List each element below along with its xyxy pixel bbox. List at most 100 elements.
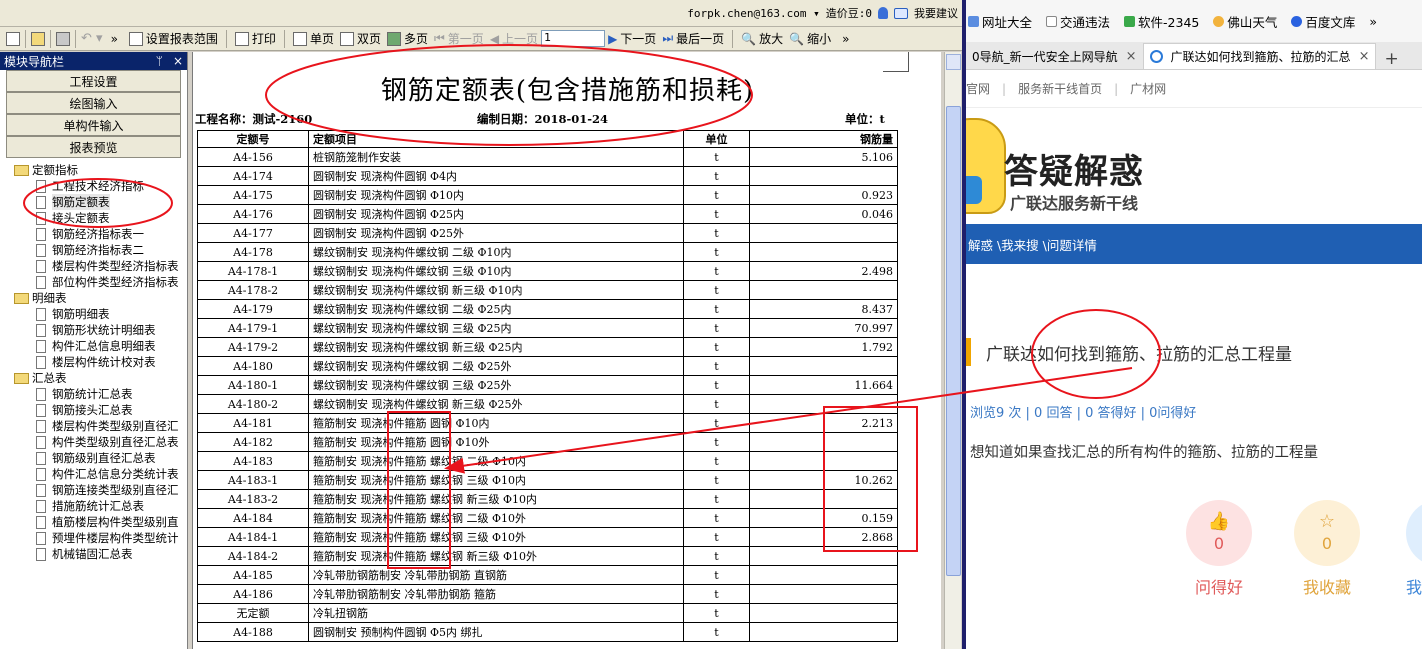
- site-nav-material-site[interactable]: 广材网: [1130, 80, 1166, 97]
- zoom-in-button[interactable]: 🔍 放大: [738, 29, 786, 49]
- tree-item[interactable]: 预埋件楼层构件类型统计: [14, 530, 187, 546]
- nav-tab-project-settings[interactable]: 工程设置: [6, 70, 181, 92]
- new-tab-button[interactable]: +: [1376, 49, 1406, 69]
- cell-unit: t: [683, 584, 750, 604]
- scroll-thumb[interactable]: [946, 106, 961, 576]
- tab-close-icon[interactable]: ×: [1359, 49, 1370, 64]
- tree-item[interactable]: 钢筋经济指标表一: [14, 226, 187, 242]
- site-nav-official[interactable]: 官网: [966, 80, 990, 97]
- tab-navigation[interactable]: 0导航_新一代安全上网导航 ×: [966, 43, 1143, 69]
- first-page-label: 第一页: [447, 32, 484, 46]
- breadcrumb[interactable]: 解惑 \我来搜 \问题详情: [966, 224, 1422, 264]
- next-page-icon: ▶: [608, 31, 618, 46]
- ask-good-button[interactable]: 👍 0 问得好: [1185, 500, 1253, 598]
- report-viewport: 钢筋定额表(包含措施筋和损耗) 工程名称：测试-2160 编制日期：2018-0…: [190, 52, 944, 649]
- nav-tab-report-preview[interactable]: 报表预览: [6, 136, 181, 158]
- single-page-label: 单页: [309, 32, 334, 46]
- scroll-up-arrow[interactable]: [946, 54, 961, 70]
- multi-page-button[interactable]: 多页: [384, 29, 431, 49]
- nav-tab-drawing-input[interactable]: 绘图输入: [6, 92, 181, 114]
- page-number-input[interactable]: 1: [541, 30, 606, 47]
- first-page-button[interactable]: ⏮ 第一页: [431, 29, 487, 49]
- tree-item[interactable]: 构件类型级别直径汇总表: [14, 434, 187, 450]
- cell-quota-item: 螺纹钢制安 现浇构件螺纹钢 二级 Φ10内: [308, 242, 684, 262]
- double-page-button[interactable]: 双页: [337, 29, 384, 49]
- tree-item[interactable]: 楼层构件类型经济指标表: [14, 258, 187, 274]
- tree-item[interactable]: 楼层构件统计校对表: [14, 354, 187, 370]
- cell-unit: t: [683, 432, 750, 452]
- tree-item[interactable]: 植筋楼层构件类型级别直: [14, 514, 187, 530]
- tree-item[interactable]: 钢筋形状统计明细表: [14, 322, 187, 338]
- tree-item[interactable]: 构件汇总信息明细表: [14, 338, 187, 354]
- question-title: 广联达如何找到箍筋、拉筋的汇总工程量: [986, 344, 1292, 365]
- tree-item[interactable]: 钢筋定额表: [14, 194, 187, 210]
- open-folder-icon[interactable]: [31, 31, 45, 46]
- tree-folder[interactable]: 汇总表: [14, 370, 187, 386]
- site-nav-divider: |: [1002, 81, 1007, 96]
- double-page-icon: [339, 31, 354, 46]
- save-icon[interactable]: [56, 31, 70, 46]
- tree-item[interactable]: 钢筋连接类型级别直径汇: [14, 482, 187, 498]
- tree-item[interactable]: 构件汇总信息分类统计表: [14, 466, 187, 482]
- next-page-button[interactable]: ▶ 下一页: [605, 29, 659, 49]
- cell-unit: t: [683, 565, 750, 585]
- cell-quantity: [749, 622, 898, 642]
- user-account-menu[interactable]: forpk.chen@163.com ▾: [687, 7, 819, 20]
- cell-quota-code: A4-188: [197, 622, 309, 642]
- table-row: A4-181 箍筋制安 现浇构件箍筋 圆钢 Φ10内 t 2.213: [197, 413, 898, 433]
- tree-item[interactable]: 钢筋级别直径汇总表: [14, 450, 187, 466]
- bookmark-site-directory[interactable]: 网址大全: [968, 12, 1032, 31]
- prev-page-button[interactable]: ◀ 上一页: [487, 29, 541, 49]
- tree-item-label: 钢筋经济指标表二: [52, 243, 144, 257]
- bookmark-foshan-weather[interactable]: 佛山天气: [1213, 12, 1277, 31]
- feedback-icon[interactable]: [894, 7, 908, 19]
- globe-icon: [968, 15, 979, 27]
- tree-item[interactable]: 部位构件类型经济指标表: [14, 274, 187, 290]
- set-report-range-button[interactable]: 设置报表范围: [126, 29, 221, 49]
- feedback-link[interactable]: 我要建议: [914, 5, 958, 21]
- nav-tab-component-input[interactable]: 单构件输入: [6, 114, 181, 136]
- favorite-button[interactable]: ☆ 0 我收藏: [1293, 500, 1361, 598]
- bookmark-baidu-wenku[interactable]: 百度文库: [1291, 12, 1355, 31]
- bookmark-software-2345[interactable]: 软件-2345: [1124, 12, 1199, 31]
- third-action-button[interactable]: 我: [1406, 500, 1422, 598]
- cell-unit: t: [683, 299, 750, 319]
- cell-quota-code: A4-175: [197, 185, 309, 205]
- close-icon[interactable]: ×: [173, 54, 183, 68]
- bell-icon[interactable]: [878, 7, 888, 19]
- pin-icon[interactable]: ᛘ: [156, 54, 163, 68]
- zoom-out-button[interactable]: 🔍 缩小: [786, 29, 834, 49]
- tree-folder[interactable]: 定额指标: [14, 162, 187, 178]
- tree-item-label: 构件类型级别直径汇总表: [52, 435, 179, 449]
- tree-item[interactable]: 钢筋明细表: [14, 306, 187, 322]
- cell-quota-item: 螺纹钢制安 现浇构件螺纹钢 新三级 Φ25外: [308, 394, 684, 414]
- range-icon: [128, 31, 143, 46]
- tree-item[interactable]: 钢筋经济指标表二: [14, 242, 187, 258]
- multi-page-icon: [386, 31, 401, 46]
- tree-item[interactable]: 钢筋接头汇总表: [14, 402, 187, 418]
- tree-item-label: 楼层构件统计校对表: [52, 355, 156, 369]
- new-file-icon[interactable]: [6, 31, 20, 46]
- question-title-row: 广联达如何找到箍筋、拉筋的汇总工程量: [966, 332, 1422, 372]
- bookmark-traffic-violations[interactable]: 交通违法: [1046, 12, 1110, 31]
- tab-question-page[interactable]: 广联达如何找到箍筋、拉筋的汇总 ×: [1142, 43, 1377, 69]
- bookmarks-overflow-icon[interactable]: »: [1369, 14, 1377, 29]
- banner-title: 答疑解惑: [1004, 152, 1144, 192]
- tree-folder[interactable]: 明细表: [14, 290, 187, 306]
- tree-item[interactable]: 措施筋统计汇总表: [14, 498, 187, 514]
- tree-item[interactable]: 工程技术经济指标: [14, 178, 187, 194]
- tree-item[interactable]: 钢筋统计汇总表: [14, 386, 187, 402]
- tree-item[interactable]: 楼层构件类型级别直径汇: [14, 418, 187, 434]
- site-nav-service-home[interactable]: 服务新干线首页: [1018, 80, 1102, 97]
- last-page-button[interactable]: ⏭ 最后一页: [659, 29, 727, 49]
- single-page-button[interactable]: 单页: [290, 29, 337, 49]
- tree-item[interactable]: 机械锚固汇总表: [14, 546, 187, 562]
- report-scrollbar[interactable]: [944, 52, 961, 649]
- tree-item[interactable]: 接头定额表: [14, 210, 187, 226]
- undo-icon[interactable]: ↶ ▾: [81, 31, 103, 46]
- cell-quota-code: A4-180-2: [197, 394, 309, 414]
- toolbar-overflow-icon[interactable]: »: [842, 32, 849, 46]
- print-button[interactable]: 打印: [232, 29, 279, 49]
- toolbar-overflow-icon[interactable]: »: [111, 32, 118, 46]
- tab-close-icon[interactable]: ×: [1126, 49, 1137, 64]
